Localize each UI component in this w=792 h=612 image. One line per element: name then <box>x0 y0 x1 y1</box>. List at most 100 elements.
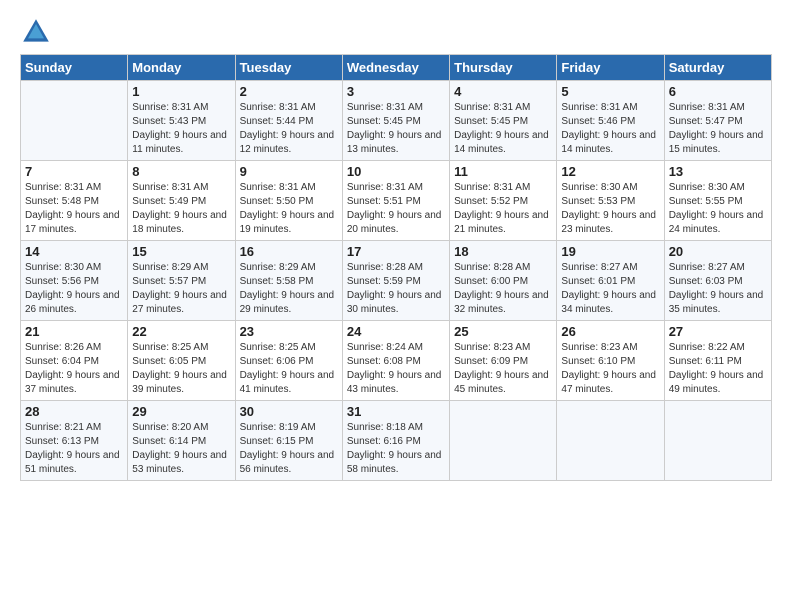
day-cell: 6 Sunrise: 8:31 AMSunset: 5:47 PMDaylight… <box>664 81 771 161</box>
day-info: Sunrise: 8:23 AMSunset: 6:10 PMDaylight:… <box>561 341 659 397</box>
day-number: 29 <box>132 404 230 419</box>
day-cell: 21 Sunrise: 8:26 AMSunset: 6:04 PMDayligh… <box>21 321 128 401</box>
day-number: 17 <box>347 244 445 259</box>
day-number: 3 <box>347 84 445 99</box>
day-number: 24 <box>347 324 445 339</box>
day-info: Sunrise: 8:31 AMSunset: 5:48 PMDaylight:… <box>25 181 123 237</box>
week-row-3: 14 Sunrise: 8:30 AMSunset: 5:56 PMDayligh… <box>21 241 772 321</box>
day-info: Sunrise: 8:31 AMSunset: 5:43 PMDaylight:… <box>132 101 230 157</box>
day-info: Sunrise: 8:28 AMSunset: 6:00 PMDaylight:… <box>454 261 552 317</box>
day-cell: 24 Sunrise: 8:24 AMSunset: 6:08 PMDayligh… <box>342 321 449 401</box>
day-number: 8 <box>132 164 230 179</box>
week-row-4: 21 Sunrise: 8:26 AMSunset: 6:04 PMDayligh… <box>21 321 772 401</box>
day-cell: 2Sunrise: 8:31 AMSunset: 5:44 PMDaylight… <box>235 81 342 161</box>
day-cell: 31 Sunrise: 8:18 AMSunset: 6:16 PMDayligh… <box>342 401 449 481</box>
week-row-5: 28 Sunrise: 8:21 AMSunset: 6:13 PMDayligh… <box>21 401 772 481</box>
day-info: Sunrise: 8:31 AMSunset: 5:46 PMDaylight:… <box>561 101 659 157</box>
day-cell: 11Sunrise: 8:31 AMSunset: 5:52 PMDayligh… <box>450 161 557 241</box>
day-info: Sunrise: 8:22 AMSunset: 6:11 PMDaylight:… <box>669 341 767 397</box>
header-sunday: Sunday <box>21 55 128 81</box>
day-info: Sunrise: 8:29 AMSunset: 5:57 PMDaylight:… <box>132 261 230 317</box>
day-cell: 20 Sunrise: 8:27 AMSunset: 6:03 PMDayligh… <box>664 241 771 321</box>
day-cell: 18 Sunrise: 8:28 AMSunset: 6:00 PMDayligh… <box>450 241 557 321</box>
day-info: Sunrise: 8:31 AMSunset: 5:49 PMDaylight:… <box>132 181 230 237</box>
header-thursday: Thursday <box>450 55 557 81</box>
day-cell <box>21 81 128 161</box>
day-info: Sunrise: 8:25 AMSunset: 6:05 PMDaylight:… <box>132 341 230 397</box>
day-number: 14 <box>25 244 123 259</box>
day-info: Sunrise: 8:26 AMSunset: 6:04 PMDaylight:… <box>25 341 123 397</box>
day-number: 9 <box>240 164 338 179</box>
header-row-days: SundayMondayTuesdayWednesdayThursdayFrid… <box>21 55 772 81</box>
day-info: Sunrise: 8:31 AMSunset: 5:50 PMDaylight:… <box>240 181 338 237</box>
day-info: Sunrise: 8:28 AMSunset: 5:59 PMDaylight:… <box>347 261 445 317</box>
day-info: Sunrise: 8:31 AMSunset: 5:51 PMDaylight:… <box>347 181 445 237</box>
day-cell: 15 Sunrise: 8:29 AMSunset: 5:57 PMDayligh… <box>128 241 235 321</box>
header-wednesday: Wednesday <box>342 55 449 81</box>
day-info: Sunrise: 8:23 AMSunset: 6:09 PMDaylight:… <box>454 341 552 397</box>
day-number: 12 <box>561 164 659 179</box>
day-info: Sunrise: 8:18 AMSunset: 6:16 PMDaylight:… <box>347 421 445 477</box>
day-cell: 16 Sunrise: 8:29 AMSunset: 5:58 PMDayligh… <box>235 241 342 321</box>
day-info: Sunrise: 8:31 AMSunset: 5:45 PMDaylight:… <box>347 101 445 157</box>
day-cell: 10Sunrise: 8:31 AMSunset: 5:51 PMDayligh… <box>342 161 449 241</box>
day-cell: 30Sunrise: 8:19 AMSunset: 6:15 PMDayligh… <box>235 401 342 481</box>
day-number: 15 <box>132 244 230 259</box>
day-cell <box>450 401 557 481</box>
day-cell <box>557 401 664 481</box>
day-number: 7 <box>25 164 123 179</box>
calendar-table: SundayMondayTuesdayWednesdayThursdayFrid… <box>20 54 772 481</box>
day-info: Sunrise: 8:31 AMSunset: 5:44 PMDaylight:… <box>240 101 338 157</box>
day-number: 13 <box>669 164 767 179</box>
day-cell: 9 Sunrise: 8:31 AMSunset: 5:50 PMDaylight… <box>235 161 342 241</box>
day-info: Sunrise: 8:19 AMSunset: 6:15 PMDaylight:… <box>240 421 338 477</box>
day-number: 6 <box>669 84 767 99</box>
day-cell <box>664 401 771 481</box>
day-number: 22 <box>132 324 230 339</box>
day-cell: 25 Sunrise: 8:23 AMSunset: 6:09 PMDayligh… <box>450 321 557 401</box>
day-cell: 1Sunrise: 8:31 AMSunset: 5:43 PMDaylight… <box>128 81 235 161</box>
day-info: Sunrise: 8:21 AMSunset: 6:13 PMDaylight:… <box>25 421 123 477</box>
day-cell: 23 Sunrise: 8:25 AMSunset: 6:06 PMDayligh… <box>235 321 342 401</box>
day-info: Sunrise: 8:24 AMSunset: 6:08 PMDaylight:… <box>347 341 445 397</box>
page-container: SundayMondayTuesdayWednesdayThursdayFrid… <box>0 0 792 491</box>
day-info: Sunrise: 8:30 AMSunset: 5:55 PMDaylight:… <box>669 181 767 237</box>
day-info: Sunrise: 8:20 AMSunset: 6:14 PMDaylight:… <box>132 421 230 477</box>
day-cell: 13 Sunrise: 8:30 AMSunset: 5:55 PMDayligh… <box>664 161 771 241</box>
day-cell: 14 Sunrise: 8:30 AMSunset: 5:56 PMDayligh… <box>21 241 128 321</box>
day-info: Sunrise: 8:30 AMSunset: 5:56 PMDaylight:… <box>25 261 123 317</box>
day-number: 26 <box>561 324 659 339</box>
day-info: Sunrise: 8:31 AMSunset: 5:47 PMDaylight:… <box>669 101 767 157</box>
header-friday: Friday <box>557 55 664 81</box>
header-tuesday: Tuesday <box>235 55 342 81</box>
logo-icon <box>20 16 52 48</box>
day-info: Sunrise: 8:25 AMSunset: 6:06 PMDaylight:… <box>240 341 338 397</box>
day-number: 23 <box>240 324 338 339</box>
day-number: 16 <box>240 244 338 259</box>
header-saturday: Saturday <box>664 55 771 81</box>
day-number: 25 <box>454 324 552 339</box>
day-number: 5 <box>561 84 659 99</box>
day-number: 18 <box>454 244 552 259</box>
day-info: Sunrise: 8:27 AMSunset: 6:03 PMDaylight:… <box>669 261 767 317</box>
day-number: 21 <box>25 324 123 339</box>
day-cell: 29 Sunrise: 8:20 AMSunset: 6:14 PMDayligh… <box>128 401 235 481</box>
day-number: 20 <box>669 244 767 259</box>
day-cell: 19Sunrise: 8:27 AMSunset: 6:01 PMDayligh… <box>557 241 664 321</box>
day-info: Sunrise: 8:31 AMSunset: 5:45 PMDaylight:… <box>454 101 552 157</box>
week-row-2: 7 Sunrise: 8:31 AMSunset: 5:48 PMDaylight… <box>21 161 772 241</box>
day-cell: 27 Sunrise: 8:22 AMSunset: 6:11 PMDayligh… <box>664 321 771 401</box>
day-number: 4 <box>454 84 552 99</box>
day-cell: 17 Sunrise: 8:28 AMSunset: 5:59 PMDayligh… <box>342 241 449 321</box>
day-number: 19 <box>561 244 659 259</box>
day-cell: 7 Sunrise: 8:31 AMSunset: 5:48 PMDaylight… <box>21 161 128 241</box>
day-number: 28 <box>25 404 123 419</box>
day-info: Sunrise: 8:31 AMSunset: 5:52 PMDaylight:… <box>454 181 552 237</box>
day-number: 27 <box>669 324 767 339</box>
header-row <box>20 16 772 48</box>
logo <box>20 16 54 48</box>
day-cell: 28 Sunrise: 8:21 AMSunset: 6:13 PMDayligh… <box>21 401 128 481</box>
week-row-1: 1Sunrise: 8:31 AMSunset: 5:43 PMDaylight… <box>21 81 772 161</box>
day-number: 31 <box>347 404 445 419</box>
day-info: Sunrise: 8:29 AMSunset: 5:58 PMDaylight:… <box>240 261 338 317</box>
